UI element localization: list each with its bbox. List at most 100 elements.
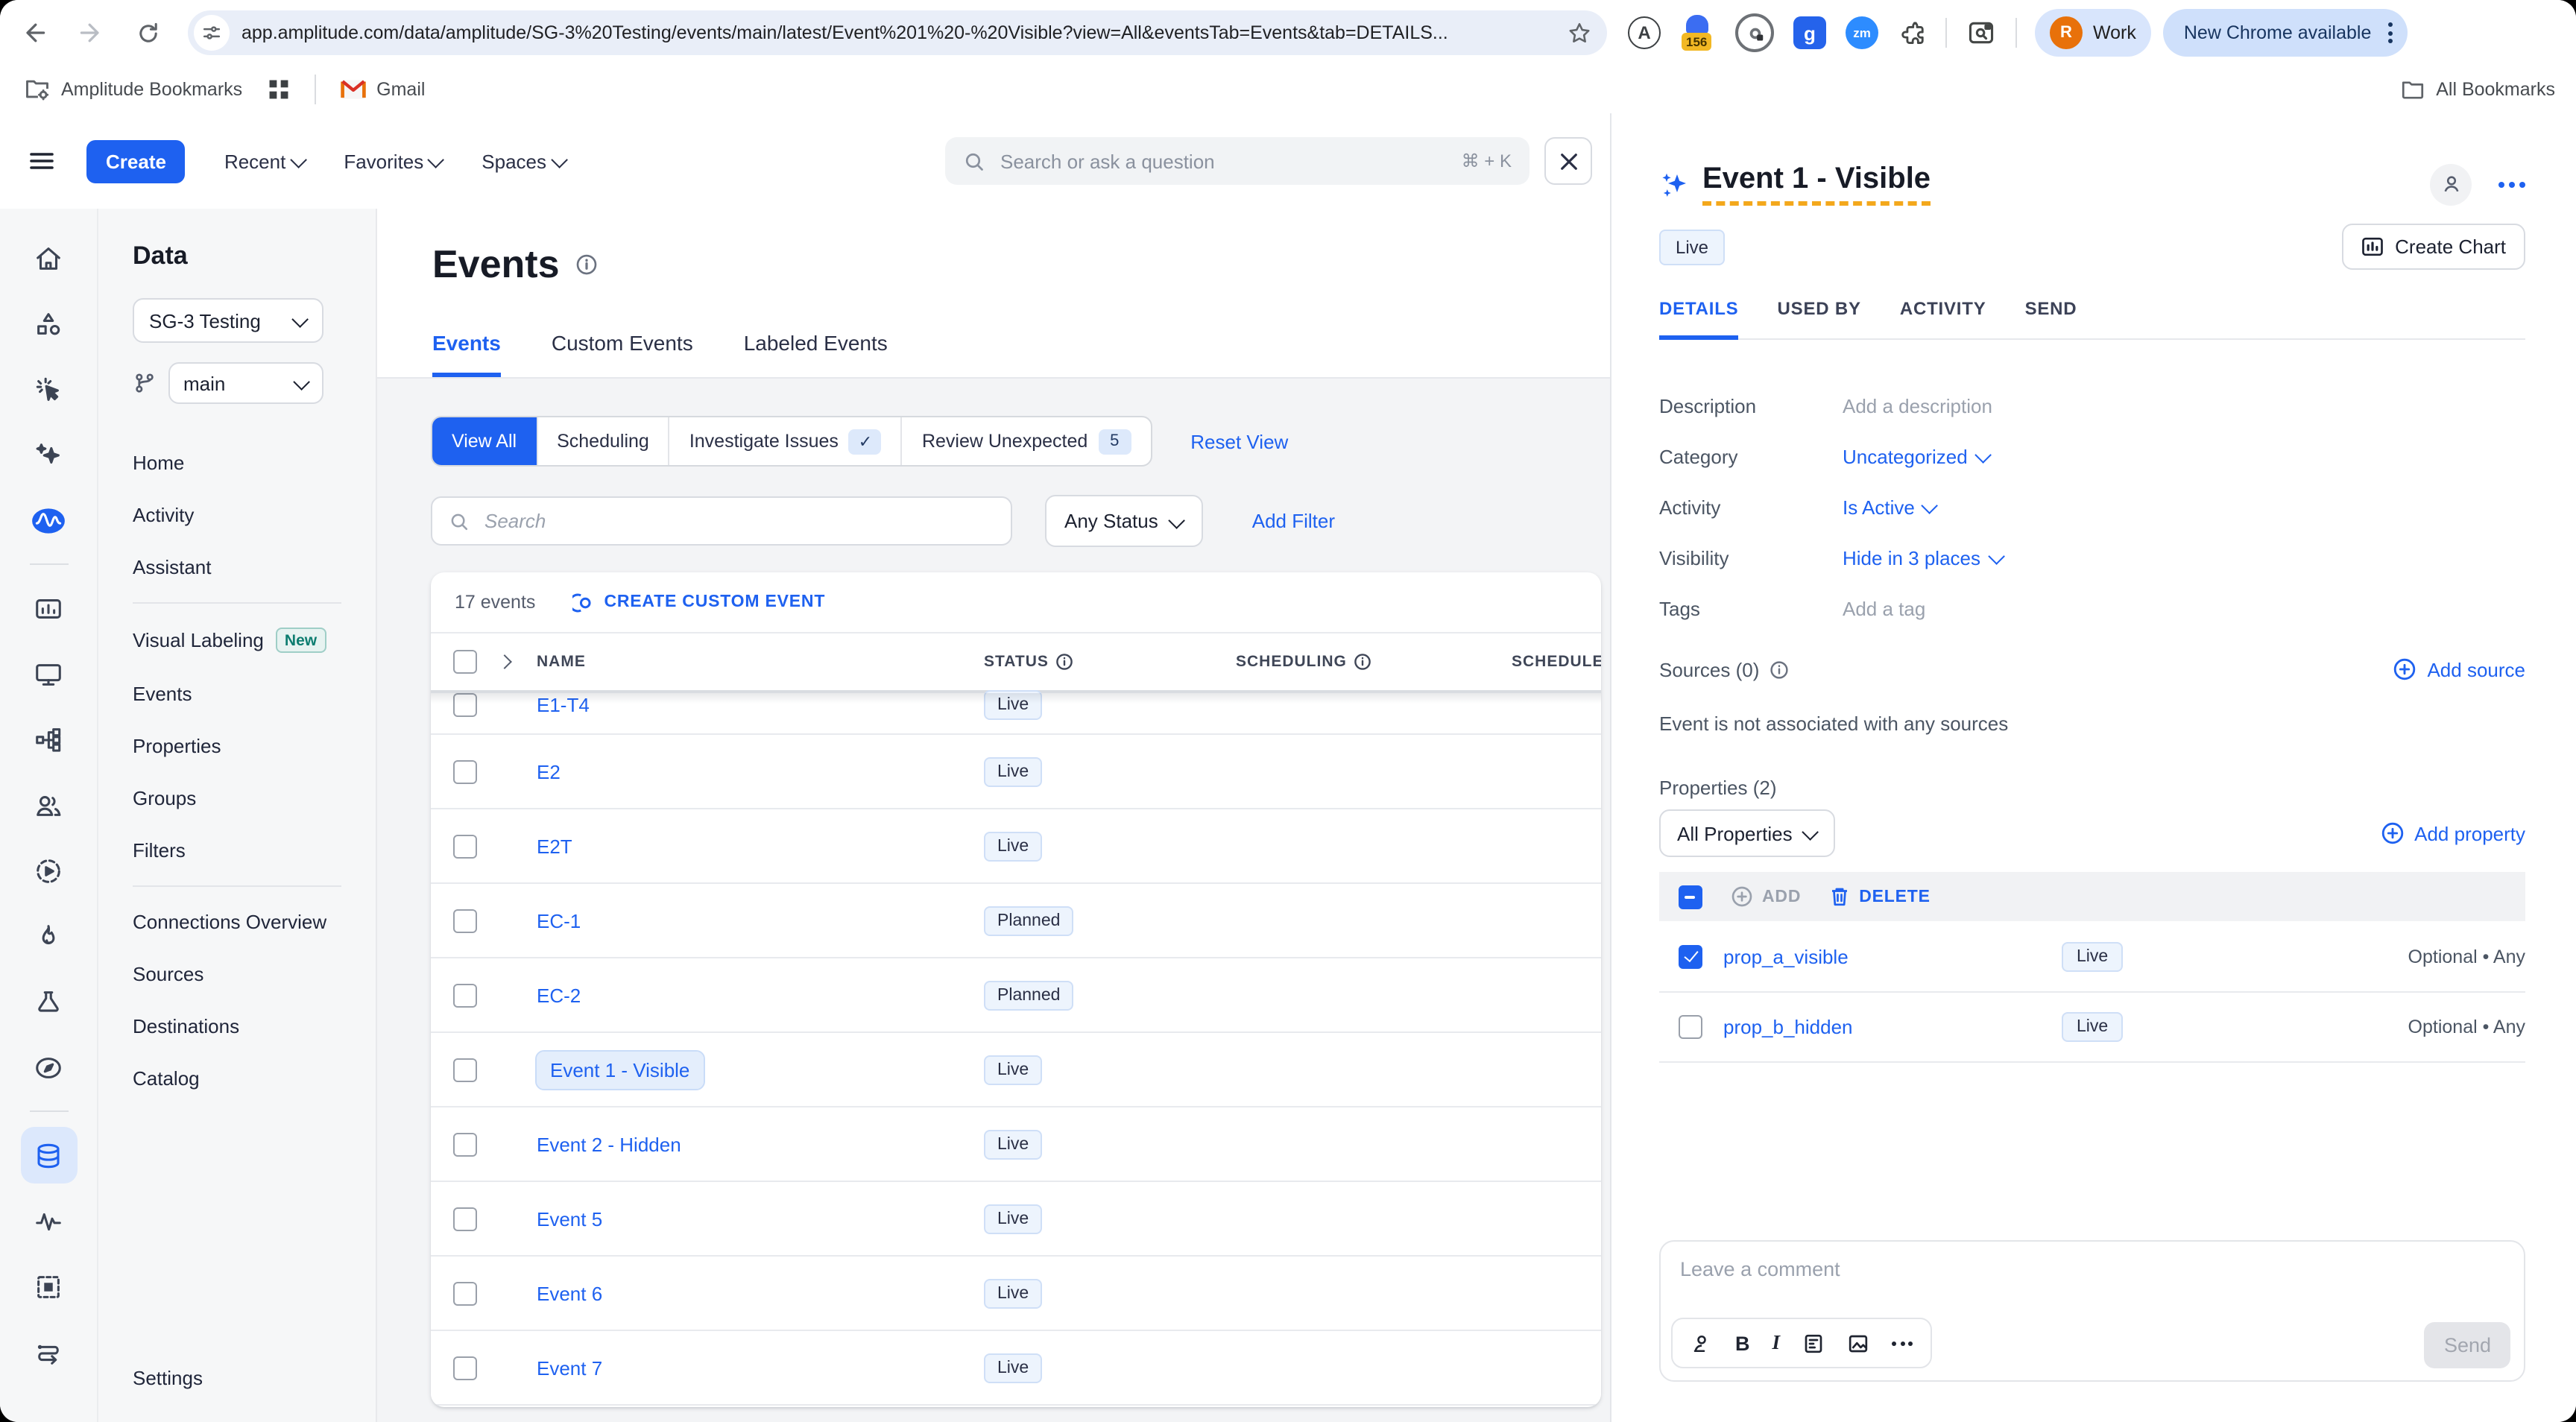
bulk-delete-button[interactable]: DELETE xyxy=(1829,885,1931,908)
column-name[interactable]: NAME xyxy=(537,653,586,671)
column-status[interactable]: STATUS xyxy=(984,653,1074,671)
add-filter-link[interactable]: Add Filter xyxy=(1252,510,1335,532)
journeys-icon[interactable] xyxy=(20,1324,77,1380)
event-name-link[interactable]: Event 1 - Visible xyxy=(537,1051,703,1088)
row-checkbox[interactable] xyxy=(453,834,477,858)
event-name-link[interactable]: EC-2 xyxy=(537,984,581,1006)
property-row[interactable]: prop_b_hidden Live Optional • Any xyxy=(1659,991,2525,1063)
grammarly-extension-icon[interactable]: g xyxy=(1793,16,1826,49)
panel-tab-send[interactable]: SEND xyxy=(2025,298,2077,340)
view-filter-investigate-issues[interactable]: Investigate Issues✓ xyxy=(669,417,901,465)
event-title[interactable]: Event 1 - Visible xyxy=(1702,162,1931,206)
italic-icon[interactable]: I xyxy=(1772,1331,1781,1355)
sidebar-item-home[interactable]: Home xyxy=(133,437,376,489)
event-name-link[interactable]: EC-1 xyxy=(537,909,581,932)
workflow-icon[interactable] xyxy=(20,711,77,768)
bulk-add-button[interactable]: ADD xyxy=(1731,885,1801,908)
adblocker-extension-icon[interactable]: 156 xyxy=(1680,15,1716,51)
property-checkbox[interactable] xyxy=(1679,1014,1702,1038)
event-name-link[interactable]: E1-T4 xyxy=(537,694,590,716)
sidebar-item-settings[interactable]: Settings xyxy=(133,1367,203,1389)
back-button[interactable] xyxy=(12,10,57,55)
properties-select-all-checkbox[interactable] xyxy=(1679,885,1702,908)
mention-icon[interactable] xyxy=(1690,1332,1713,1354)
bookmark-star-icon[interactable] xyxy=(1567,20,1592,45)
row-checkbox[interactable] xyxy=(453,759,477,783)
column-scheduled[interactable]: SCHEDULED xyxy=(1512,653,1601,671)
flame-icon[interactable] xyxy=(20,908,77,964)
reset-view-link[interactable]: Reset View xyxy=(1190,430,1288,452)
table-row[interactable]: E2T Live xyxy=(431,809,1601,884)
avatar-button[interactable] xyxy=(2430,163,2472,205)
hamburger-menu-icon[interactable] xyxy=(27,146,57,176)
row-checkbox[interactable] xyxy=(453,983,477,1007)
ai-sparkle-icon[interactable] xyxy=(1659,169,1689,199)
table-row[interactable]: Event 7 Live xyxy=(431,1331,1601,1406)
select-all-checkbox[interactable] xyxy=(453,650,477,674)
apps-grid-icon[interactable] xyxy=(266,78,290,101)
sidebar-item-filters[interactable]: Filters xyxy=(133,824,376,876)
property-row[interactable]: prop_a_visible Live Optional • Any xyxy=(1659,921,2525,993)
row-checkbox[interactable] xyxy=(453,908,477,932)
row-checkbox[interactable] xyxy=(453,1132,477,1156)
image-icon[interactable] xyxy=(1847,1332,1869,1354)
table-row[interactable]: EC-2 Planned xyxy=(431,958,1601,1033)
extensions-puzzle-icon[interactable] xyxy=(1898,19,1926,47)
bookmark-gmail[interactable]: Gmail xyxy=(339,78,425,101)
send-comment-button[interactable]: Send xyxy=(2425,1322,2510,1368)
event-name-link[interactable]: Event 2 - Hidden xyxy=(537,1133,681,1155)
panel-tab-used-by[interactable]: USED BY xyxy=(1778,298,1861,340)
close-search-button[interactable] xyxy=(1544,137,1592,185)
sidebar-item-visual-labeling[interactable]: Visual LabelingNew xyxy=(133,613,376,668)
sidebar-item-groups[interactable]: Groups xyxy=(133,772,376,824)
global-search[interactable]: ⌘ + K xyxy=(945,137,1530,185)
password-manager-extension-icon[interactable] xyxy=(1735,13,1774,52)
expand-all-icon[interactable] xyxy=(499,657,510,667)
activity-dropdown[interactable]: Is Active xyxy=(1843,496,1937,518)
url-bar[interactable]: app.amplitude.com/data/amplitude/SG-3%20… xyxy=(188,10,1607,55)
global-search-input[interactable] xyxy=(997,148,1462,174)
refresh-button[interactable] xyxy=(125,10,170,55)
tab-custom-events[interactable]: Custom Events xyxy=(552,331,693,377)
table-row[interactable]: EC-1 Planned xyxy=(431,884,1601,958)
row-checkbox[interactable] xyxy=(453,1058,477,1081)
event-name-link[interactable]: Event 5 xyxy=(537,1207,602,1230)
create-button[interactable]: Create xyxy=(86,139,186,183)
panel-tab-details[interactable]: DETAILS xyxy=(1659,298,1739,340)
add-property-link[interactable]: Add property xyxy=(2380,821,2525,845)
selection-frame-icon[interactable] xyxy=(20,1258,77,1315)
event-name-link[interactable]: Event 7 xyxy=(537,1356,602,1379)
category-dropdown[interactable]: Uncategorized xyxy=(1843,445,1990,467)
view-filter-view-all[interactable]: View All xyxy=(432,417,536,465)
sidebar-item-activity[interactable]: Activity xyxy=(133,489,376,541)
table-row[interactable]: Event 1 - Visible Live xyxy=(431,1033,1601,1107)
chrome-update-pill[interactable]: New Chrome available xyxy=(2163,9,2408,57)
properties-filter-dropdown[interactable]: All Properties xyxy=(1659,809,1836,857)
click-cursor-icon[interactable] xyxy=(20,361,77,417)
status-filter-dropdown[interactable]: Any Status xyxy=(1045,495,1203,547)
tab-search-panel-icon[interactable] xyxy=(1966,18,1996,48)
row-checkbox[interactable] xyxy=(453,1356,477,1380)
ai-sparkles-icon[interactable] xyxy=(20,426,77,483)
table-row[interactable]: E1-T4 Live xyxy=(431,693,1601,735)
bookmark-folder-amplitude[interactable]: Amplitude Bookmarks xyxy=(24,76,242,103)
property-checkbox[interactable] xyxy=(1679,944,1702,968)
event-name-link[interactable]: Event 6 xyxy=(537,1282,602,1304)
all-bookmarks-button[interactable]: All Bookmarks xyxy=(2400,77,2555,102)
table-row[interactable]: Event 2 - Hidden Live xyxy=(431,1107,1601,1182)
events-search[interactable] xyxy=(431,496,1012,546)
experiment-flask-icon[interactable] xyxy=(20,973,77,1030)
create-custom-event-button[interactable]: CREATE CUSTOM EVENT xyxy=(572,591,825,613)
project-select[interactable]: SG-3 Testing xyxy=(133,298,323,343)
site-settings-icon[interactable] xyxy=(194,15,230,51)
menu-recent[interactable]: Recent xyxy=(224,150,305,172)
tab-labeled-events[interactable]: Labeled Events xyxy=(744,331,888,377)
more-options-icon[interactable] xyxy=(2498,181,2525,187)
discover-compass-icon[interactable] xyxy=(20,1039,77,1096)
sidebar-item-catalog[interactable]: Catalog xyxy=(133,1052,376,1105)
menu-favorites[interactable]: Favorites xyxy=(344,150,443,172)
create-chart-button[interactable]: Create Chart xyxy=(2341,224,2525,270)
browser-menu-icon[interactable] xyxy=(2384,19,2395,46)
forward-button[interactable] xyxy=(69,10,113,55)
panel-tab-activity[interactable]: ACTIVITY xyxy=(1900,298,1986,340)
